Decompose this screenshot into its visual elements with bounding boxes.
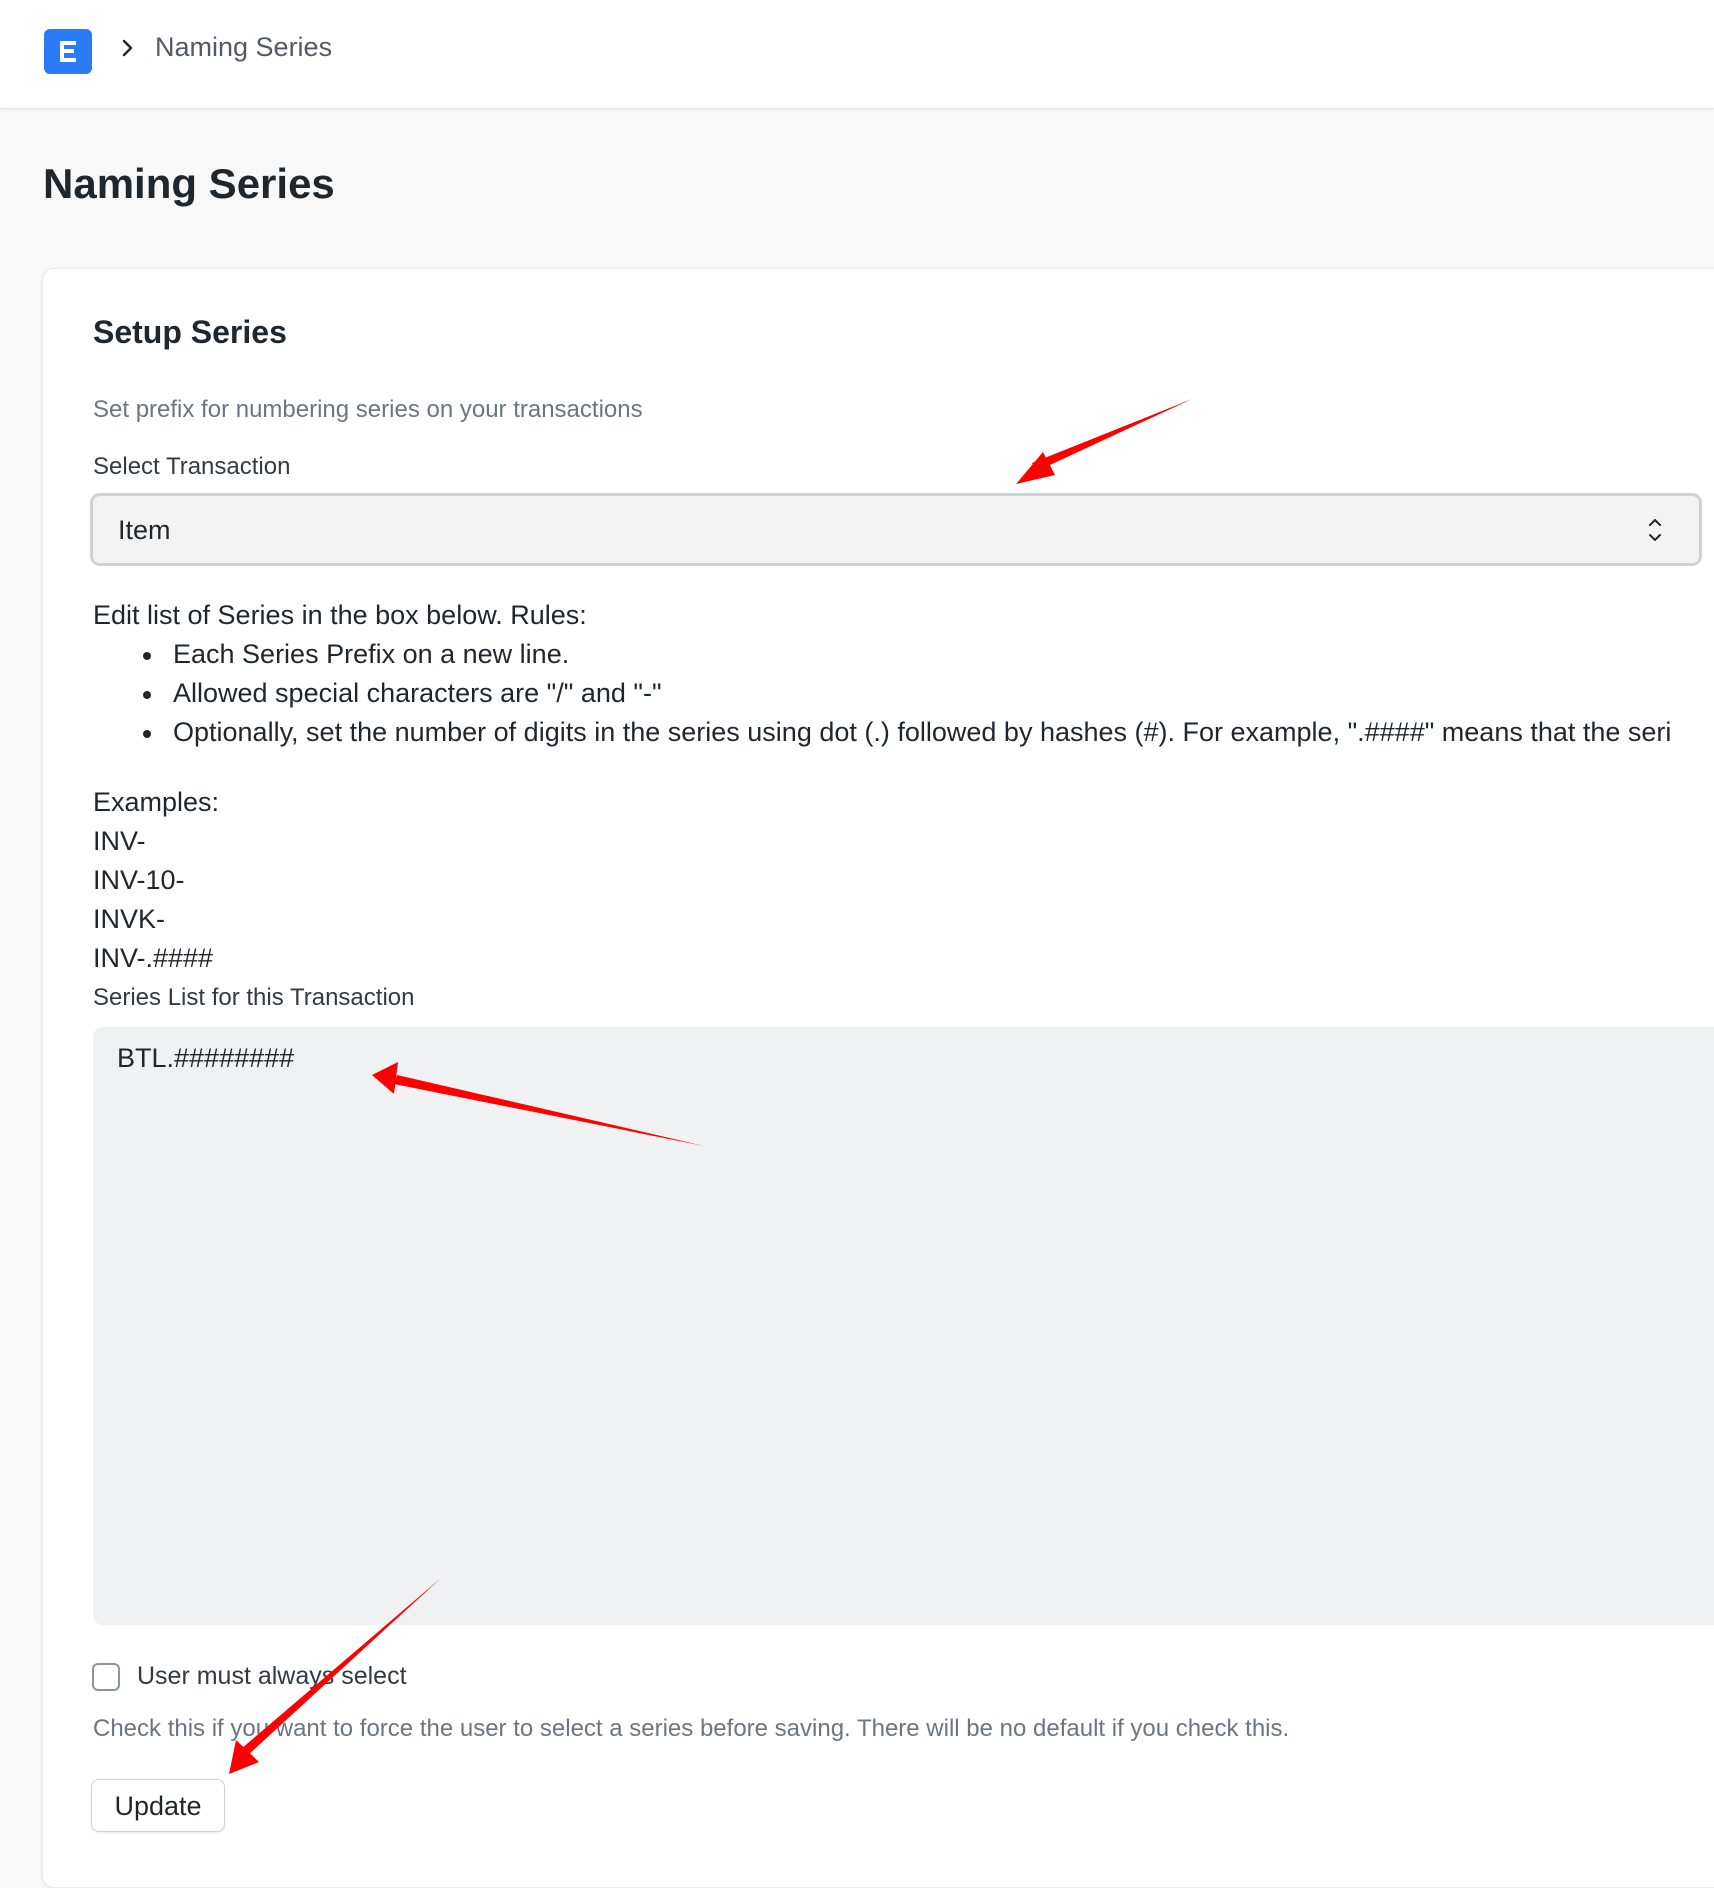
- series-list-label: Series List for this Transaction: [93, 984, 415, 1011]
- breadcrumb-naming-series[interactable]: Naming Series: [155, 30, 332, 64]
- page-title: Naming Series: [43, 160, 335, 207]
- rule-item: Allowed special characters are "/" and "…: [93, 674, 1671, 713]
- top-navbar: Naming Series: [0, 0, 1714, 109]
- checkbox-help-text: Check this if you want to force the user…: [93, 1715, 1290, 1742]
- example-item: INV-10-: [93, 865, 185, 895]
- series-list-value: BTL.########: [117, 1043, 295, 1073]
- select-updown-icon: [1649, 519, 1661, 541]
- rules-list: Each Series Prefix on a new line. Allowe…: [93, 635, 1671, 752]
- rules-block: Edit list of Series in the box below. Ru…: [93, 596, 1671, 752]
- select-transaction-value: Item: [118, 515, 171, 545]
- section-title: Setup Series: [93, 314, 287, 350]
- rule-item: Optionally, set the number of digits in …: [93, 713, 1671, 752]
- example-item: INV-.####: [93, 943, 214, 973]
- examples-block: Examples: INV- INV-10- INVK- INV-.####: [93, 783, 219, 978]
- select-transaction-dropdown[interactable]: Item: [90, 493, 1702, 566]
- section-description: Set prefix for numbering series on your …: [93, 396, 643, 423]
- rule-item: Each Series Prefix on a new line.: [93, 635, 1671, 674]
- chevron-right-icon: [122, 39, 133, 57]
- update-button[interactable]: Update: [91, 1779, 225, 1832]
- examples-label: Examples:: [93, 787, 220, 817]
- example-item: INV-: [93, 826, 146, 856]
- logo-e-icon: [60, 41, 76, 62]
- select-transaction-label: Select Transaction: [93, 453, 291, 480]
- user-must-select-checkbox[interactable]: [92, 1663, 120, 1691]
- app-logo-icon[interactable]: [44, 29, 92, 74]
- user-must-select-label[interactable]: User must always select: [137, 1660, 407, 1692]
- series-list-textarea[interactable]: BTL.########: [93, 1027, 1714, 1625]
- rules-intro: Edit list of Series in the box below. Ru…: [93, 600, 587, 630]
- example-item: INVK-: [93, 904, 166, 934]
